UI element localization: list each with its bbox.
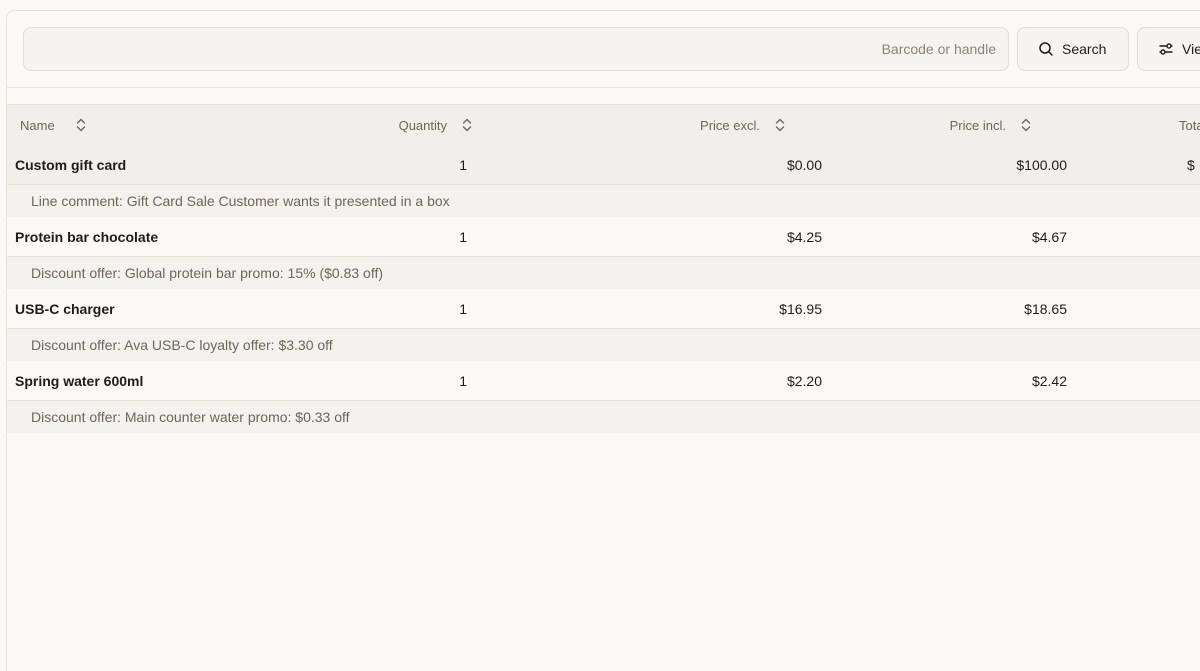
- item-total: [1187, 361, 1200, 400]
- item-total: [1187, 217, 1200, 256]
- line-note: Discount offer: Global protein bar promo…: [7, 257, 1200, 289]
- line-note-text: Discount offer: Ava USB-C loyalty offer:…: [31, 337, 333, 353]
- item-name: Custom gift card: [15, 156, 127, 173]
- line-note-text: Discount offer: Global protein bar promo…: [31, 265, 384, 281]
- item-name: Protein bar chocolate: [15, 228, 159, 245]
- toolbar: Search Vie: [23, 27, 1200, 71]
- item-price-excl: $0.00: [786, 156, 822, 173]
- sort-icon: [76, 118, 85, 132]
- table-row[interactable]: Spring water 600ml 1 $2.20 $2.42: [7, 361, 1200, 401]
- item-price-incl: $18.65: [1024, 300, 1067, 317]
- sort-icon: [462, 118, 472, 132]
- item-price-excl: $2.20: [786, 372, 822, 389]
- item-total: $: [1187, 156, 1195, 173]
- view-button-label: Vie: [1182, 41, 1200, 57]
- item-quantity: 1: [459, 156, 467, 173]
- order-lines-table: Name Quantity Price excl. Price incl. To…: [7, 104, 1200, 433]
- line-note: Discount offer: Ava USB-C loyalty offer:…: [7, 329, 1200, 361]
- sort-icon: [775, 118, 785, 132]
- item-total: [1187, 289, 1200, 328]
- column-header-name[interactable]: Name: [20, 105, 87, 145]
- sort-icon: [1021, 118, 1031, 132]
- item-price-incl: $4.67: [1031, 228, 1067, 245]
- item-quantity: 1: [459, 372, 467, 389]
- column-header-quantity[interactable]: Quantity: [399, 105, 473, 145]
- column-header-price-excl[interactable]: Price excl.: [700, 105, 786, 145]
- column-header-price-incl[interactable]: Price incl.: [950, 105, 1032, 145]
- item-name: USB-C charger: [15, 300, 115, 317]
- item-price-incl: $2.42: [1031, 372, 1067, 389]
- table-row[interactable]: Custom gift card 1 $0.00 $100.00 $: [7, 145, 1200, 185]
- sliders-icon: [1159, 43, 1173, 55]
- column-header-total[interactable]: Tota: [1179, 105, 1200, 145]
- order-panel: Search Vie Name Q: [6, 10, 1200, 671]
- line-note: Discount offer: Main counter water promo…: [7, 401, 1200, 433]
- table-row[interactable]: USB-C charger 1 $16.95 $18.65: [7, 289, 1200, 329]
- search-icon: [1039, 42, 1053, 56]
- search-button[interactable]: Search: [1017, 27, 1129, 71]
- table-header: Name Quantity Price excl. Price incl. To…: [7, 104, 1200, 145]
- item-quantity: 1: [459, 300, 467, 317]
- view-button[interactable]: Vie: [1137, 27, 1200, 71]
- line-note-text: Discount offer: Main counter water promo…: [31, 409, 350, 425]
- line-note: Line comment: Gift Card Sale Customer wa…: [7, 185, 1200, 217]
- item-price-excl: $4.25: [786, 228, 822, 245]
- item-price-incl: $100.00: [1016, 156, 1067, 173]
- line-note-text: Line comment: Gift Card Sale Customer wa…: [31, 193, 450, 209]
- item-quantity: 1: [459, 228, 467, 245]
- barcode-search-input[interactable]: [23, 27, 1009, 71]
- item-name: Spring water 600ml: [15, 372, 144, 389]
- item-price-excl: $16.95: [779, 300, 822, 317]
- toolbar-divider: [7, 87, 1200, 88]
- table-row[interactable]: Protein bar chocolate 1 $4.25 $4.67: [7, 217, 1200, 257]
- search-button-label: Search: [1062, 41, 1107, 57]
